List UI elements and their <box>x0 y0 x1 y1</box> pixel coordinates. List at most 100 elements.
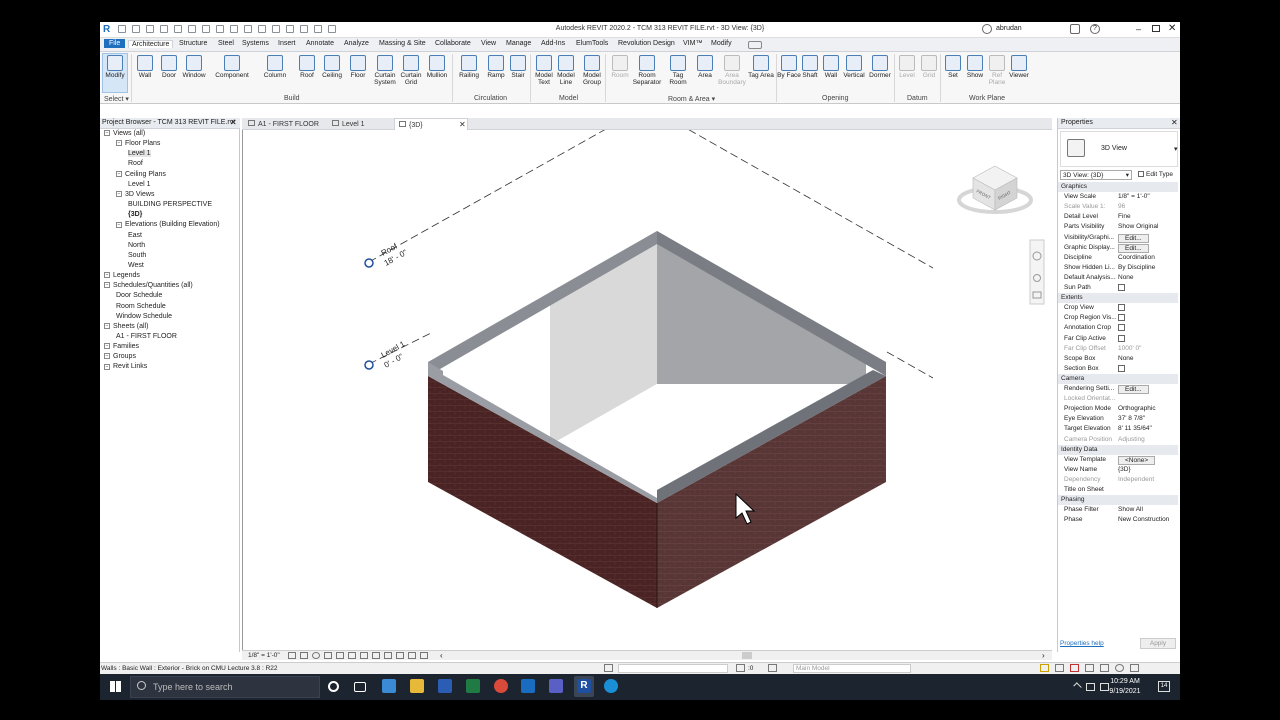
area-boundary-tool[interactable]: Area Boundary <box>717 53 747 86</box>
browser-node[interactable]: − Sheets (all) <box>104 323 148 330</box>
property-checkbox[interactable] <box>1118 364 1125 372</box>
network-icon[interactable] <box>1086 683 1095 691</box>
tag-room-tool[interactable]: Tag Room <box>665 53 691 86</box>
room-separator-tool[interactable]: Room Separator <box>630 53 664 86</box>
mullion-tool[interactable]: Mullion <box>424 53 450 79</box>
browser-node[interactable]: Room Schedule <box>116 303 166 310</box>
property-value[interactable]: Show Original <box>1118 223 1174 230</box>
edge-icon[interactable] <box>604 679 618 693</box>
expand-toggle-icon[interactable]: − <box>116 191 122 198</box>
redo-icon[interactable] <box>174 25 182 33</box>
expand-toggle-icon[interactable]: − <box>104 272 110 279</box>
browser-node[interactable]: A1 - FIRST FLOOR <box>116 333 177 340</box>
close-properties-icon[interactable]: ✕ <box>1171 118 1178 127</box>
viewer-tool[interactable]: Viewer <box>1006 53 1032 79</box>
editing-requests-icon[interactable] <box>736 664 745 672</box>
browser-node[interactable]: North <box>128 242 145 249</box>
property-value[interactable]: {3D} <box>1118 466 1174 473</box>
property-checkbox[interactable] <box>1118 324 1125 332</box>
user-name[interactable]: abrudan <box>996 25 1022 32</box>
3d-view-icon[interactable] <box>258 25 266 33</box>
property-value[interactable] <box>1118 364 1174 374</box>
lock-view-icon[interactable] <box>372 652 380 659</box>
help-icon[interactable]: ? <box>1090 24 1100 34</box>
switch-windows-icon[interactable] <box>314 25 322 33</box>
property-value[interactable] <box>1118 304 1174 313</box>
modify-tool[interactable]: Modify <box>102 53 128 79</box>
tab-modify[interactable]: Modify <box>711 40 732 47</box>
curtain-system-tool[interactable]: Curtain System <box>372 53 398 86</box>
browser-node[interactable]: Roof <box>128 160 143 167</box>
thin-lines-icon[interactable] <box>286 25 294 33</box>
filter-icon[interactable] <box>1130 664 1139 672</box>
property-edit-button[interactable]: <None> <box>1118 455 1156 465</box>
shadows-icon[interactable] <box>324 652 332 659</box>
property-value[interactable]: Edit... <box>1118 233 1174 243</box>
wall-tool[interactable]: Wall <box>132 53 158 79</box>
minimize-button[interactable]: – <box>1136 25 1141 34</box>
worksets-icon[interactable] <box>604 664 613 672</box>
property-value[interactable]: 1/8" = 1'-0" <box>1118 193 1174 200</box>
browser-node[interactable]: Level 1 <box>128 150 151 158</box>
worksharing-icon[interactable] <box>408 652 416 659</box>
browser-node[interactable]: − Elevations (Building Elevation) <box>116 221 220 228</box>
tab-analyze[interactable]: Analyze <box>344 40 369 47</box>
select-pinned-icon[interactable] <box>1070 664 1079 672</box>
teams-icon[interactable] <box>549 679 563 693</box>
property-value[interactable]: Edit... <box>1118 243 1174 253</box>
level-1-head-icon[interactable] <box>364 360 374 370</box>
temporary-hide-icon[interactable] <box>384 652 392 659</box>
scroll-left-icon[interactable]: ‹ <box>440 651 443 660</box>
browser-node[interactable]: East <box>128 232 142 239</box>
visual-style-icon[interactable] <box>300 652 308 659</box>
tab-elumtools[interactable]: ElumTools <box>576 40 608 47</box>
tab-view[interactable]: View <box>481 40 496 47</box>
properties-help-link[interactable]: Properties help <box>1060 640 1104 647</box>
properties-section-header[interactable]: Identity Data <box>1058 444 1178 455</box>
browser-node[interactable]: − Revit Links <box>104 363 147 370</box>
tab-steel[interactable]: Steel <box>218 40 234 47</box>
undo-icon[interactable] <box>160 25 168 33</box>
view-tab-level-1[interactable]: Level 1 <box>328 118 369 130</box>
property-value[interactable]: New Construction <box>1118 516 1174 523</box>
view-tab-3d[interactable]: {3D} ✕ <box>394 118 468 130</box>
tag-icon[interactable] <box>230 25 238 33</box>
tab-architecture[interactable]: Architecture <box>128 40 174 48</box>
property-value[interactable] <box>1118 284 1174 293</box>
type-dropdown-icon[interactable]: ▾ <box>1174 145 1178 153</box>
property-value[interactable]: 37' 8 7/8" <box>1118 415 1174 422</box>
panel-label-room-area[interactable]: Room & Area ▾ <box>668 95 715 103</box>
sync-icon[interactable] <box>146 25 154 33</box>
ceiling-tool[interactable]: Ceiling <box>319 53 345 79</box>
instance-selector[interactable]: 3D View: {3D} ▾ <box>1060 170 1132 180</box>
crop-view-icon[interactable] <box>348 652 356 659</box>
property-checkbox[interactable] <box>1118 314 1125 322</box>
design-options-icon[interactable] <box>768 664 777 672</box>
railing-tool[interactable]: Railing <box>456 53 482 79</box>
outlook-icon[interactable] <box>521 679 535 693</box>
area-tool[interactable]: Area <box>692 53 718 79</box>
3d-model-view[interactable]: Roof 18' - 0" Level 1 0' - 0" FRONT RIGH… <box>243 105 1053 652</box>
tag-area-tool[interactable]: Tag Area <box>748 53 774 79</box>
expand-toggle-icon[interactable]: − <box>116 221 122 228</box>
show-hidden-icons[interactable] <box>1073 682 1082 691</box>
expand-toggle-icon[interactable]: − <box>104 282 110 289</box>
property-edit-button[interactable]: Edit... <box>1118 233 1149 243</box>
customize-qat-icon[interactable] <box>328 25 336 33</box>
property-value[interactable] <box>1118 314 1174 323</box>
vertical-tool[interactable]: Vertical <box>841 53 867 79</box>
close-tab-icon[interactable]: ✕ <box>459 120 466 129</box>
tab-vim[interactable]: VIM™ <box>683 40 702 47</box>
windows-start-icon[interactable] <box>110 681 121 692</box>
property-edit-button[interactable]: Edit... <box>1118 385 1149 394</box>
browser-node[interactable]: − Families <box>104 343 139 350</box>
curtain-grid-tool[interactable]: Curtain Grid <box>398 53 424 86</box>
tab-annotate[interactable]: Annotate <box>306 40 334 47</box>
property-value[interactable]: Orthographic <box>1118 405 1174 412</box>
properties-section-header[interactable]: Extents <box>1058 293 1178 304</box>
file-explorer-icon[interactable] <box>410 679 424 693</box>
properties-section-header[interactable]: Phasing <box>1058 495 1178 506</box>
tab-structure[interactable]: Structure <box>179 40 207 47</box>
view-scale[interactable]: 1/8" = 1'-0" <box>248 652 280 659</box>
ribbon-options-icon[interactable] <box>748 41 762 49</box>
